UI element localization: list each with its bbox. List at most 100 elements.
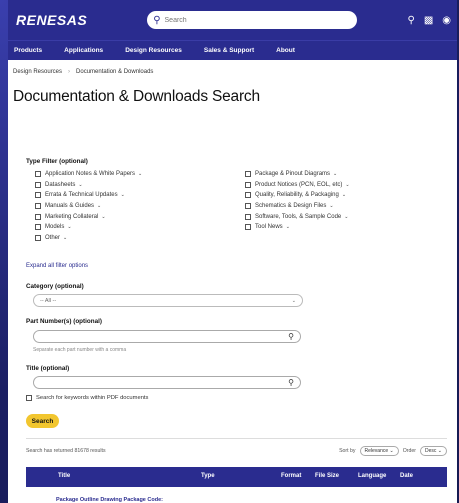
order-value: Desc bbox=[425, 448, 437, 454]
col-file-size[interactable]: File Size bbox=[315, 473, 339, 479]
checkbox[interactable] bbox=[35, 224, 41, 231]
nav-design-resources[interactable]: Design Resources bbox=[123, 47, 182, 54]
type-filter-label: Type Filter (optional) bbox=[26, 158, 88, 165]
col-type[interactable]: Type bbox=[201, 473, 215, 479]
checkbox[interactable] bbox=[245, 203, 251, 210]
filter-option[interactable]: Manuals & Guides ⌄ bbox=[35, 201, 142, 212]
title-input[interactable]: ⚲ bbox=[33, 376, 301, 389]
checkbox[interactable] bbox=[35, 203, 41, 210]
category-label: Category (optional) bbox=[26, 283, 84, 290]
filter-option[interactable]: Software, Tools, & Sample Code ⌄ bbox=[245, 211, 350, 222]
filter-option-label: Other bbox=[45, 234, 61, 241]
filter-option[interactable]: Models ⌄ bbox=[35, 222, 142, 233]
checkbox[interactable] bbox=[35, 234, 41, 241]
page: RENESAS ⚲ ⚲ ▩ ◉ Products Applications De… bbox=[8, 0, 457, 503]
checkbox[interactable] bbox=[35, 213, 41, 220]
filter-option-label: Application Notes & White Papers bbox=[45, 171, 136, 178]
filter-option-label: Quality, Reliability, & Packaging bbox=[255, 192, 339, 199]
filter-option-label: Tool News bbox=[255, 224, 283, 231]
chevron-down-icon[interactable]: ⌄ bbox=[345, 182, 349, 188]
results-table-header: Title Type Format File Size Language Dat… bbox=[26, 467, 447, 487]
chevron-down-icon[interactable]: ⌄ bbox=[286, 224, 290, 230]
col-language[interactable]: Language bbox=[358, 473, 386, 479]
filter-option-label: Datasheets bbox=[45, 181, 76, 188]
filter-option-label: Package & Pinout Diagrams bbox=[255, 171, 331, 178]
order-label: Order bbox=[402, 448, 416, 454]
checkbox[interactable] bbox=[245, 224, 251, 231]
part-number-input[interactable]: ⚲ bbox=[33, 330, 301, 343]
chevron-down-icon[interactable]: ⌄ bbox=[63, 235, 67, 241]
expand-filters-link[interactable]: Expand all filter options bbox=[26, 263, 88, 269]
breadcrumb-design-resources[interactable]: Design Resources bbox=[13, 69, 62, 75]
type-filter-right-column: Package & Pinout Diagrams ⌄ Product Notic… bbox=[245, 169, 350, 233]
filter-option-label: Manuals & Guides bbox=[45, 203, 95, 210]
checkbox[interactable] bbox=[35, 192, 41, 199]
checkbox[interactable] bbox=[245, 192, 251, 199]
filter-option[interactable]: Quality, Reliability, & Packaging ⌄ bbox=[245, 190, 350, 201]
nav-sales-support[interactable]: Sales & Support bbox=[202, 47, 254, 54]
filter-option[interactable]: Errata & Technical Updates ⌄ bbox=[35, 190, 142, 201]
site-search[interactable]: ⚲ bbox=[147, 11, 358, 29]
filter-option[interactable]: Other ⌄ bbox=[35, 233, 142, 244]
chevron-down-icon[interactable]: ⌄ bbox=[329, 203, 333, 209]
search-icon[interactable]: ⚲ bbox=[153, 15, 160, 26]
col-title[interactable]: Title bbox=[58, 473, 70, 479]
calendar-icon[interactable]: ▩ bbox=[424, 15, 433, 26]
part-number-hint: Separate each part number with a comma bbox=[33, 347, 127, 353]
chevron-down-icon[interactable]: ⌄ bbox=[97, 203, 101, 209]
category-value: -- All -- bbox=[40, 297, 57, 304]
order-select[interactable]: Desc ⌄ bbox=[420, 446, 447, 456]
filter-option-label: Software, Tools, & Sample Code bbox=[255, 213, 342, 220]
filter-option[interactable]: Package & Pinout Diagrams ⌄ bbox=[245, 169, 350, 180]
checkbox[interactable] bbox=[35, 171, 41, 178]
filter-option[interactable]: Schematics & Design Files ⌄ bbox=[245, 201, 350, 212]
filter-option[interactable]: Tool News ⌄ bbox=[245, 222, 350, 233]
filter-option[interactable]: Application Notes & White Papers ⌄ bbox=[35, 169, 142, 180]
chevron-down-icon[interactable]: ⌄ bbox=[344, 214, 348, 220]
checkbox[interactable] bbox=[35, 181, 41, 188]
checkbox[interactable] bbox=[245, 181, 251, 188]
chevron-down-icon[interactable]: ⌄ bbox=[101, 214, 105, 220]
checkbox[interactable] bbox=[26, 395, 32, 401]
type-filter-left-column: Application Notes & White Papers ⌄ Datash… bbox=[35, 169, 142, 243]
search-icon[interactable]: ⚲ bbox=[288, 332, 294, 341]
renesas-logo[interactable]: RENESAS bbox=[16, 12, 87, 28]
nav-applications[interactable]: Applications bbox=[62, 47, 103, 54]
sort-select[interactable]: Relevance ⌄ bbox=[359, 446, 399, 456]
cart-icon[interactable]: ⚲ bbox=[407, 15, 414, 26]
title-label: Title (optional) bbox=[26, 365, 70, 372]
chevron-down-icon[interactable]: ⌄ bbox=[67, 224, 71, 230]
chevron-down-icon[interactable]: ⌄ bbox=[78, 182, 82, 188]
table-row-title[interactable]: Package Outline Drawing Package Code: bbox=[56, 497, 163, 503]
filter-option-label: Marketing Collateral bbox=[45, 213, 99, 220]
chevron-down-icon[interactable]: ⌄ bbox=[138, 171, 142, 177]
filter-option[interactable]: Product Notices (PCN, EOL, etc) ⌄ bbox=[245, 180, 350, 191]
checkbox[interactable] bbox=[245, 213, 251, 220]
col-format[interactable]: Format bbox=[281, 473, 301, 479]
chevron-down-icon[interactable]: ⌄ bbox=[121, 192, 125, 198]
chevron-down-icon[interactable]: ⌄ bbox=[342, 192, 346, 198]
filter-option-label: Errata & Technical Updates bbox=[45, 192, 118, 199]
breadcrumb-current: Documentation & Downloads bbox=[76, 69, 154, 75]
checkbox[interactable] bbox=[245, 171, 251, 178]
breadcrumb-separator: › bbox=[68, 69, 71, 75]
nav-about[interactable]: About bbox=[274, 47, 295, 54]
chevron-down-icon[interactable]: ⌄ bbox=[333, 171, 337, 177]
breadcrumb: Design Resources › Documentation & Downl… bbox=[8, 60, 457, 75]
nav-products[interactable]: Products bbox=[12, 47, 42, 54]
sort-controls: Sort by Relevance ⌄ Order Desc ⌄ bbox=[339, 446, 447, 456]
category-select[interactable]: -- All -- ⌄ bbox=[33, 294, 303, 307]
sort-label: Sort by bbox=[339, 448, 356, 454]
search-button[interactable]: Search bbox=[26, 414, 59, 428]
results-summary: Search has returned 81678 results bbox=[26, 448, 106, 454]
sort-value: Relevance bbox=[364, 448, 389, 454]
filter-option[interactable]: Marketing Collateral ⌄ bbox=[35, 211, 142, 222]
part-number-label: Part Number(s) (optional) bbox=[26, 318, 102, 325]
globe-icon[interactable]: ◉ bbox=[442, 15, 451, 26]
search-icon[interactable]: ⚲ bbox=[288, 378, 294, 387]
col-date[interactable]: Date bbox=[400, 473, 413, 479]
site-search-input[interactable] bbox=[164, 16, 335, 24]
keyword-search-option[interactable]: Search for keywords within PDF documents bbox=[26, 395, 148, 401]
filter-option[interactable]: Datasheets ⌄ bbox=[35, 180, 142, 191]
header-icons: ⚲ ▩ ◉ bbox=[407, 15, 451, 26]
